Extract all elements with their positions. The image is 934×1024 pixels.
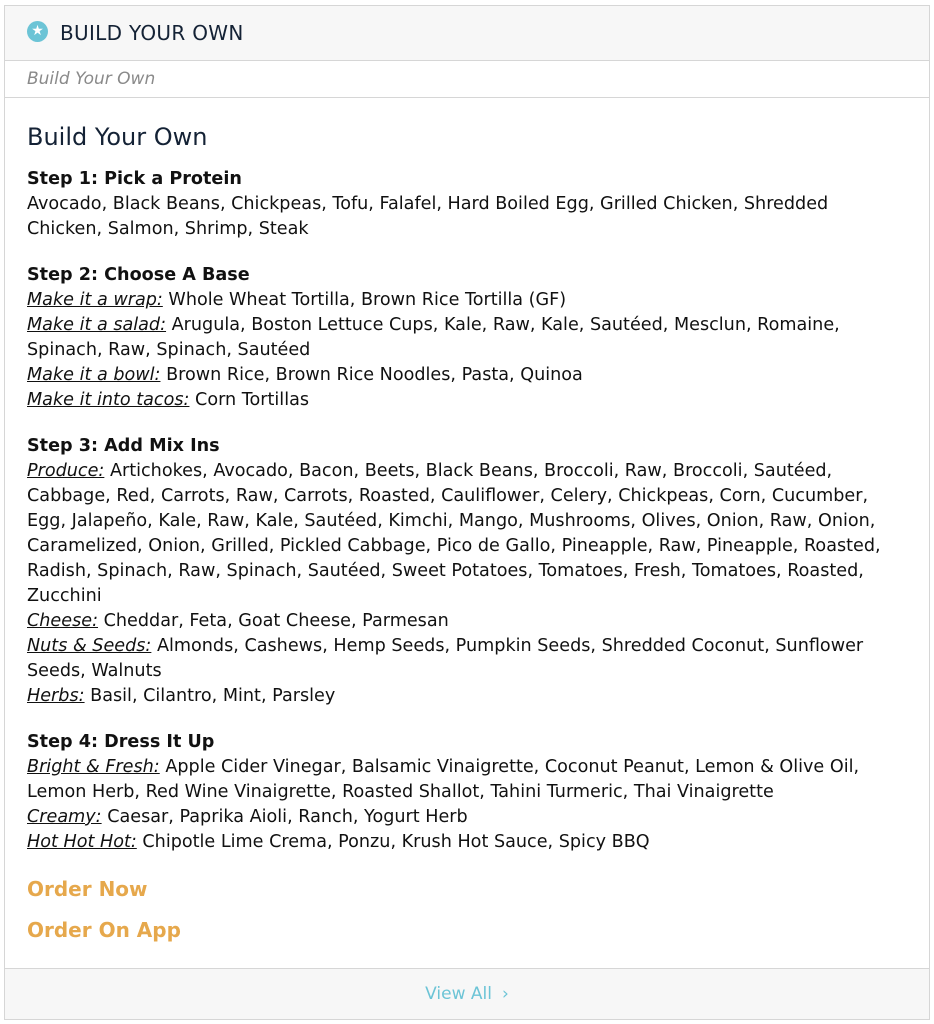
step-line-text: Caesar, Paprika Aioli, Ranch, Yogurt Her… bbox=[107, 807, 468, 827]
step-1: Step 1: Pick a Protein Avocado, Black Be… bbox=[27, 167, 907, 242]
step-line: Herbs: Basil, Cilantro, Mint, Parsley bbox=[27, 684, 907, 709]
step-title: Step 1: Pick a Protein bbox=[27, 169, 242, 189]
step-line-label: Make it a salad: bbox=[27, 315, 167, 335]
order-on-app-link[interactable]: Order On App bbox=[27, 917, 907, 943]
step-line: Make it a wrap: Whole Wheat Tortilla, Br… bbox=[27, 288, 907, 313]
step-line: Nuts & Seeds: Almonds, Cashews, Hemp See… bbox=[27, 634, 907, 684]
step-line-label: Bright & Fresh: bbox=[27, 757, 160, 777]
step-title: Step 2: Choose A Base bbox=[27, 265, 250, 285]
step-line: Make it a bowl: Brown Rice, Brown Rice N… bbox=[27, 363, 907, 388]
step-title: Step 4: Dress It Up bbox=[27, 732, 215, 752]
step-line: Produce: Artichokes, Avocado, Bacon, Bee… bbox=[27, 459, 907, 609]
step-4: Step 4: Dress It Up Bright & Fresh: Appl… bbox=[27, 730, 907, 855]
star-icon: ★ bbox=[27, 20, 48, 42]
step-line-text: Avocado, Black Beans, Chickpeas, Tofu, F… bbox=[27, 194, 829, 239]
step-line-label: Cheese: bbox=[27, 611, 99, 631]
order-now-link[interactable]: Order Now bbox=[27, 876, 907, 902]
step-line-text: Whole Wheat Tortilla, Brown Rice Tortill… bbox=[168, 290, 567, 310]
step-line-label: Make it a bowl: bbox=[27, 365, 161, 385]
step-line-label: Make it into tacos: bbox=[27, 390, 190, 410]
main-content: Build Your Own Step 1: Pick a Protein Av… bbox=[5, 98, 929, 943]
step-2: Step 2: Choose A Base Make it a wrap: Wh… bbox=[27, 263, 907, 413]
step-line-text: Chipotle Lime Crema, Ponzu, Krush Hot Sa… bbox=[142, 832, 650, 852]
step-3: Step 3: Add Mix Ins Produce: Artichokes,… bbox=[27, 434, 907, 709]
step-title: Step 3: Add Mix Ins bbox=[27, 436, 220, 456]
step-line: Avocado, Black Beans, Chickpeas, Tofu, F… bbox=[27, 192, 907, 242]
header-title: BUILD YOUR OWN bbox=[60, 21, 244, 45]
view-all-button[interactable]: View All › bbox=[5, 968, 929, 1019]
step-line: Bright & Fresh: Apple Cider Vinegar, Bal… bbox=[27, 755, 907, 805]
step-line-text: Basil, Cilantro, Mint, Parsley bbox=[90, 686, 336, 706]
view-all-label: View All bbox=[425, 984, 492, 1004]
chevron-right-icon: › bbox=[502, 984, 509, 1004]
step-line: Creamy: Caesar, Paprika Aioli, Ranch, Yo… bbox=[27, 805, 907, 830]
breadcrumb: Build Your Own bbox=[5, 61, 929, 98]
step-line-text: Almonds, Cashews, Hemp Seeds, Pumpkin Se… bbox=[27, 636, 864, 681]
step-line-text: Artichokes, Avocado, Bacon, Beets, Black… bbox=[27, 461, 881, 606]
step-line-label: Make it a wrap: bbox=[27, 290, 163, 310]
card-header: ★ BUILD YOUR OWN bbox=[5, 6, 929, 61]
step-line-label: Hot Hot Hot: bbox=[27, 832, 137, 852]
step-line-label: Herbs: bbox=[27, 686, 85, 706]
menu-card: ★ BUILD YOUR OWN Build Your Own Build Yo… bbox=[4, 5, 930, 1020]
step-line-label: Produce: bbox=[27, 461, 105, 481]
step-line-label: Nuts & Seeds: bbox=[27, 636, 152, 656]
step-line-text: Brown Rice, Brown Rice Noodles, Pasta, Q… bbox=[166, 365, 583, 385]
step-line-text: Corn Tortillas bbox=[195, 390, 310, 410]
order-links: Order Now Order On App bbox=[27, 876, 907, 943]
step-line: Cheese: Cheddar, Feta, Goat Cheese, Parm… bbox=[27, 609, 907, 634]
step-line: Make it a salad: Arugula, Boston Lettuce… bbox=[27, 313, 907, 363]
page-title: Build Your Own bbox=[27, 123, 208, 151]
step-line: Make it into tacos: Corn Tortillas bbox=[27, 388, 907, 413]
step-line-text: Cheddar, Feta, Goat Cheese, Parmesan bbox=[103, 611, 449, 631]
step-line: Hot Hot Hot: Chipotle Lime Crema, Ponzu,… bbox=[27, 830, 907, 855]
step-line-label: Creamy: bbox=[27, 807, 102, 827]
